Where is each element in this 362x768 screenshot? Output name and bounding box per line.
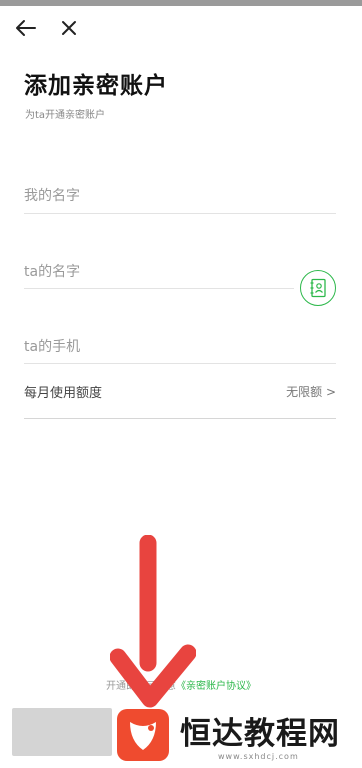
monthly-limit-value: 无限额 > [286,385,336,399]
watermark-logo-icon [117,709,169,761]
monthly-limit-label: 每月使用额度 [24,386,103,401]
back-button[interactable] [10,12,42,44]
watermark-text: 恒达教程网 [180,716,340,752]
submit-button[interactable] [12,708,112,756]
ta-phone-field[interactable]: ta的手机 [24,330,336,370]
ta-phone-placeholder: ta的手机 [24,339,81,355]
annotation-arrow-icon [110,535,196,708]
field-underline [24,363,336,364]
my-name-field[interactable]: 我的名字 [24,178,336,218]
my-name-placeholder: 我的名字 [24,188,80,204]
page-subtitle: 为ta开通亲密账户 [25,110,106,121]
page-title: 添加亲密账户 [24,73,168,99]
monthly-limit-row[interactable]: 每月使用额度 无限额 > [24,372,336,419]
navigation-bar [0,6,362,50]
watermark-url: www.sxhdcj.com [218,752,299,761]
close-icon [62,21,76,35]
field-underline [24,288,294,289]
ta-name-placeholder: ta的名字 [24,264,81,280]
field-underline [24,213,336,214]
close-button[interactable] [53,12,85,44]
contact-book-icon [310,278,326,298]
ta-name-field[interactable]: ta的名字 [24,255,294,295]
select-contact-button[interactable] [300,270,336,306]
arrow-left-icon [16,20,36,36]
limit-divider [24,418,336,419]
